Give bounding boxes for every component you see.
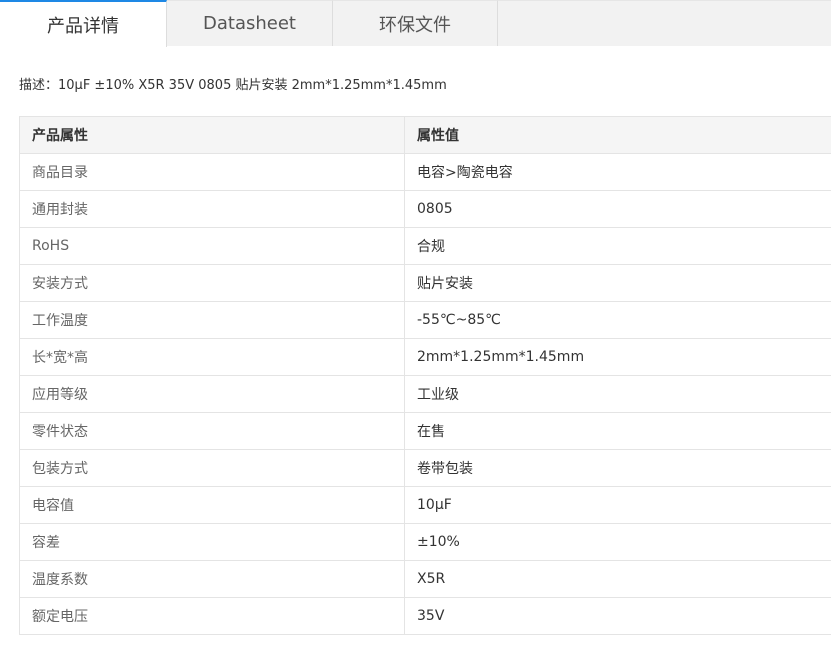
table-header-row: 产品属性 属性值 — [19, 116, 831, 154]
attribute-name: 通用封装 — [19, 190, 405, 228]
table-row: 零件状态 在售 — [19, 412, 831, 450]
table-row: 工作温度 -55℃~85℃ — [19, 301, 831, 339]
attribute-value: 电容>陶瓷电容 — [404, 153, 831, 191]
attribute-name: 电容值 — [19, 486, 405, 524]
tab-datasheet[interactable]: Datasheet — [167, 0, 333, 46]
attribute-name: 额定电压 — [19, 597, 405, 635]
attribute-name: 温度系数 — [19, 560, 405, 598]
table-body: 商品目录 电容>陶瓷电容 通用封装 0805 RoHS 合规 安装方式 贴片安装 工作温度 -55… — [19, 153, 831, 635]
attribute-name: 零件状态 — [19, 412, 405, 450]
tab-label: 产品详情 — [47, 15, 119, 37]
table-row: RoHS 合规 — [19, 227, 831, 265]
product-description: 描述：10μF ±10% X5R 35V 0805 贴片安装 2mm*1.25m… — [19, 78, 447, 93]
attribute-value: 合规 — [404, 227, 831, 265]
table-row: 容差 ±10% — [19, 523, 831, 561]
attribute-name: RoHS — [19, 227, 405, 265]
table-row: 应用等级 工业级 — [19, 375, 831, 413]
attribute-value: ±10% — [404, 523, 831, 561]
attribute-name: 商品目录 — [19, 153, 405, 191]
attribute-value: 卷带包装 — [404, 449, 831, 487]
attribute-value: 10μF — [404, 486, 831, 524]
table-row: 商品目录 电容>陶瓷电容 — [19, 153, 831, 191]
attribute-name: 包装方式 — [19, 449, 405, 487]
attribute-name: 容差 — [19, 523, 405, 561]
attribute-name: 安装方式 — [19, 264, 405, 302]
attribute-table: 产品属性 属性值 商品目录 电容>陶瓷电容 通用封装 0805 RoHS 合规 安装方式 贴片… — [19, 116, 831, 635]
attribute-value: -55℃~85℃ — [404, 301, 831, 339]
header-value: 属性值 — [404, 116, 831, 154]
attribute-name: 长*宽*高 — [19, 338, 405, 376]
product-detail-page: 产品详情 Datasheet 环保文件 描述：10μF ±10% X5R 35V… — [0, 0, 831, 657]
table-row: 通用封装 0805 — [19, 190, 831, 228]
attribute-value: 贴片安装 — [404, 264, 831, 302]
attribute-name: 应用等级 — [19, 375, 405, 413]
tab-label: 环保文件 — [379, 14, 451, 36]
tab-label: Datasheet — [203, 13, 296, 34]
attribute-value: 工业级 — [404, 375, 831, 413]
table-row: 电容值 10μF — [19, 486, 831, 524]
table-row: 安装方式 贴片安装 — [19, 264, 831, 302]
table-row: 温度系数 X5R — [19, 560, 831, 598]
attribute-value: 0805 — [404, 190, 831, 228]
tab-product-details[interactable]: 产品详情 — [0, 0, 167, 47]
tab-bar-filler — [498, 0, 831, 46]
attribute-name: 工作温度 — [19, 301, 405, 339]
table-row: 长*宽*高 2mm*1.25mm*1.45mm — [19, 338, 831, 376]
tab-bar: 产品详情 Datasheet 环保文件 — [0, 0, 831, 47]
attribute-value: 在售 — [404, 412, 831, 450]
attribute-value: X5R — [404, 560, 831, 598]
table-row: 额定电压 35V — [19, 597, 831, 635]
table-row: 包装方式 卷带包装 — [19, 449, 831, 487]
attribute-value: 35V — [404, 597, 831, 635]
attribute-value: 2mm*1.25mm*1.45mm — [404, 338, 831, 376]
tab-environmental-docs[interactable]: 环保文件 — [333, 0, 498, 46]
header-attribute: 产品属性 — [19, 116, 405, 154]
